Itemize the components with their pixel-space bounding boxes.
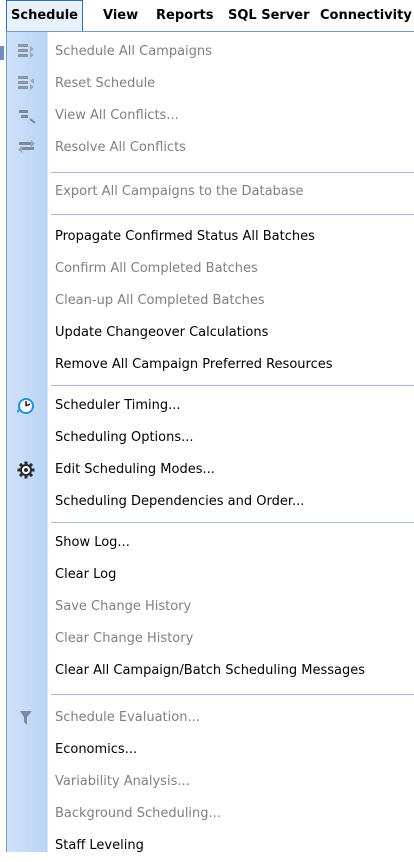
menu-item-clean-up-completed-batches[interactable]: Clean-up All Completed Batches <box>7 285 414 317</box>
menu-item-label: Resolve All Conflicts <box>55 140 186 155</box>
menu-item-label: Background Scheduling... <box>55 806 221 821</box>
menu-item-label: Clear Log <box>55 567 117 582</box>
menu-item-label: Economics... <box>55 742 138 757</box>
menu-item-label: Schedule All Campaigns <box>55 44 212 59</box>
menu-item-label: Clear Change History <box>55 631 194 646</box>
menu-item-economics[interactable]: Economics... <box>7 734 414 766</box>
menu-item-label: Scheduling Options... <box>55 430 194 445</box>
menu-item-scheduling-options[interactable]: Scheduling Options... <box>7 422 414 454</box>
menu-item-schedule-evaluation[interactable]: Schedule Evaluation... <box>7 702 414 734</box>
schedule-campaigns-icon <box>17 43 37 61</box>
menu-item-confirm-completed-batches[interactable]: Confirm All Completed Batches <box>7 253 414 285</box>
menu-item-clear-scheduling-messages[interactable]: Clear All Campaign/Batch Scheduling Mess… <box>7 655 414 687</box>
menu-item-resolve-all-conflicts[interactable]: Resolve All Conflicts <box>7 132 414 164</box>
menu-item-label: Staff Leveling <box>55 838 144 853</box>
menu-item-label: Clean-up All Completed Batches <box>55 293 265 308</box>
menu-item-clear-log[interactable]: Clear Log <box>7 559 414 591</box>
edge-tick <box>0 46 4 60</box>
menu-item-label: Save Change History <box>55 599 192 614</box>
menu-sql-server[interactable]: SQL Server <box>228 0 310 32</box>
menu-item-clear-change-history[interactable]: Clear Change History <box>7 623 414 655</box>
menu-item-schedule-all-campaigns[interactable]: Schedule All Campaigns <box>7 36 414 68</box>
menu-separator <box>51 172 414 173</box>
menu-item-label: Schedule Evaluation... <box>55 710 200 725</box>
menu-item-label: Scheduling Dependencies and Order... <box>55 494 305 509</box>
resolve-conflicts-icon <box>17 139 37 157</box>
menu-separator <box>51 694 414 695</box>
menu-separator <box>51 522 414 523</box>
menu-item-propagate-confirmed-status[interactable]: Propagate Confirmed Status All Batches <box>7 221 414 253</box>
menu-view[interactable]: View <box>103 0 138 32</box>
menu-item-update-changeover-calculations[interactable]: Update Changeover Calculations <box>7 317 414 349</box>
gear-icon <box>17 461 37 479</box>
menu-item-label: Export All Campaigns to the Database <box>55 184 304 199</box>
menu-item-export-all-campaigns[interactable]: Export All Campaigns to the Database <box>7 176 414 208</box>
menu-schedule[interactable]: Schedule <box>6 0 83 31</box>
menu-item-edit-scheduling-modes[interactable]: Edit Scheduling Modes... <box>7 454 414 486</box>
menu-item-reset-schedule[interactable]: Reset Schedule <box>7 68 414 100</box>
funnel-icon <box>17 709 37 727</box>
menu-item-label: Show Log... <box>55 535 130 550</box>
menu-item-label: Variability Analysis... <box>55 774 190 789</box>
menu-item-show-log[interactable]: Show Log... <box>7 527 414 559</box>
menu-item-label: Clear All Campaign/Batch Scheduling Mess… <box>55 663 366 678</box>
menu-separator <box>51 214 414 215</box>
reset-schedule-icon <box>17 75 37 93</box>
timer-icon <box>16 397 37 415</box>
menu-item-variability-analysis[interactable]: Variability Analysis... <box>7 766 414 798</box>
menu-item-label: Scheduler Timing... <box>55 398 181 413</box>
view-conflicts-icon <box>17 107 37 125</box>
menu-item-label: Edit Scheduling Modes... <box>55 462 215 477</box>
menu-item-label: Propagate Confirmed Status All Batches <box>55 229 315 244</box>
menu-item-remove-preferred-resources[interactable]: Remove All Campaign Preferred Resources <box>7 349 414 381</box>
menu-item-label: Confirm All Completed Batches <box>55 261 258 276</box>
menu-bar: Schedule View Reports SQL Server Connect… <box>0 0 414 32</box>
menu-item-label: View All Conflicts... <box>55 108 179 123</box>
menu-item-label: Update Changeover Calculations <box>55 325 269 340</box>
menu-item-label: Remove All Campaign Preferred Resources <box>55 357 333 372</box>
menu-connectivity[interactable]: Connectivity <box>320 0 412 32</box>
menu-item-label: Reset Schedule <box>55 76 156 91</box>
menu-item-scheduler-timing[interactable]: Scheduler Timing... <box>7 390 414 422</box>
menu-item-save-change-history[interactable]: Save Change History <box>7 591 414 623</box>
menu-separator <box>51 385 414 386</box>
menu-item-staff-leveling[interactable]: Staff Leveling <box>7 830 414 862</box>
menu-item-view-all-conflicts[interactable]: View All Conflicts... <box>7 100 414 132</box>
menu-reports[interactable]: Reports <box>156 0 213 32</box>
menu-item-scheduling-dependencies[interactable]: Scheduling Dependencies and Order... <box>7 486 414 518</box>
schedule-dropdown-menu: Schedule All Campaigns Reset Schedule Vi… <box>6 31 414 853</box>
menu-item-background-scheduling[interactable]: Background Scheduling... <box>7 798 414 830</box>
